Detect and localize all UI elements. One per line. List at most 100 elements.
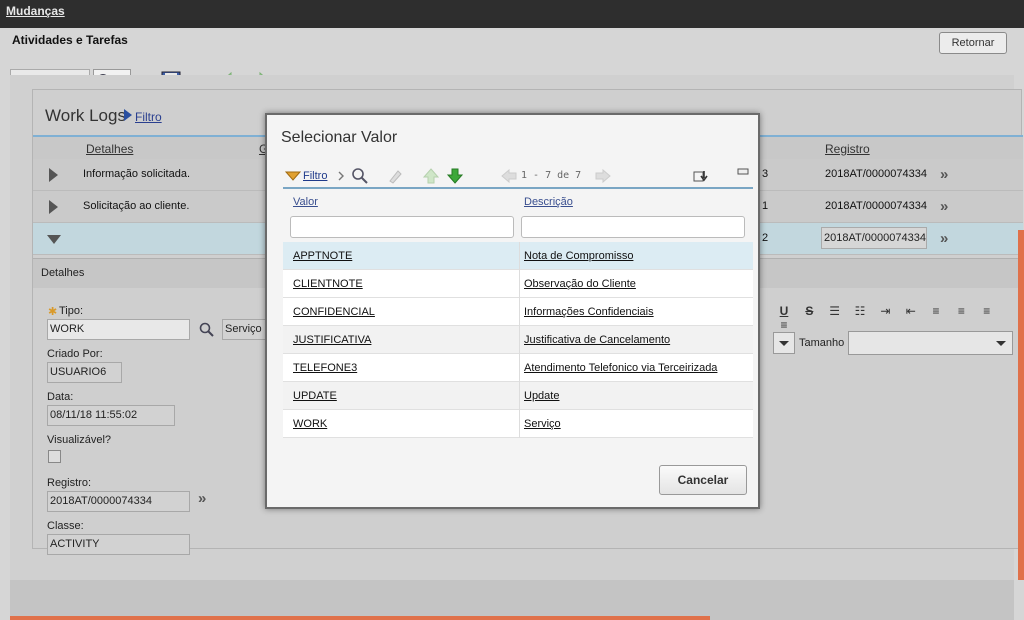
row-number: 1 (762, 200, 769, 212)
col-header-descricao[interactable]: Descrição (524, 196, 573, 208)
descricao-link[interactable]: Justificativa de Cancelamento (524, 334, 670, 346)
list-item[interactable]: TELEFONE3 Atendimento Telefonico via Ter… (283, 354, 753, 382)
valor-link[interactable]: CLIENTNOTE (293, 278, 363, 290)
column-divider (519, 354, 520, 382)
align-right-icon[interactable]: ≡ (976, 304, 998, 318)
registro-field: 2018AT/0000074334 (47, 491, 190, 512)
list-item[interactable]: WORK Serviço (283, 410, 753, 438)
scroll-accent (1018, 230, 1024, 580)
column-divider (519, 242, 520, 270)
arrow-up-icon[interactable] (423, 168, 439, 184)
font-select[interactable] (773, 332, 795, 354)
row-details: Informação solicitada. (83, 168, 190, 180)
descricao-link[interactable]: Observação do Cliente (524, 278, 636, 290)
descricao-link[interactable]: Update (524, 390, 559, 402)
list-item[interactable]: UPDATE Update (283, 382, 753, 410)
dialog-toolbar: Filtro 1 - 7 de 7 (283, 163, 753, 189)
footer-area (10, 580, 1014, 620)
previous-page-icon[interactable] (501, 169, 517, 183)
worklogs-filter-link[interactable]: Filtro (135, 110, 162, 124)
list-item[interactable]: JUSTIFICATIVA Justificativa de Cancelame… (283, 326, 753, 354)
arrow-down-icon[interactable] (447, 168, 463, 184)
col-header-valor[interactable]: Valor (293, 196, 318, 208)
rich-text-toolbar: U S ☰ ☷ ⇥ ⇤ ≡ ≡ ≡ ≡ (773, 304, 1023, 332)
app-title: Atividades e Tarefas (12, 33, 128, 47)
valor-filter-input[interactable] (290, 216, 514, 238)
details-header-label: Detalhes (41, 267, 85, 279)
clear-filter-icon[interactable] (387, 168, 403, 184)
justify-icon[interactable]: ≡ (773, 318, 795, 332)
col-header-details[interactable]: Detalhes (86, 142, 133, 156)
next-page-icon[interactable] (595, 169, 611, 183)
list-item[interactable]: CLIENTNOTE Observação do Cliente (283, 270, 753, 298)
expand-row-icon[interactable] (49, 168, 58, 182)
chevron-down-icon (996, 341, 1006, 346)
row-details: Solicitação ao cliente. (83, 200, 190, 212)
descricao-link[interactable]: Atendimento Telefonico via Terceirizada (524, 362, 717, 374)
visivel-checkbox[interactable] (48, 450, 61, 463)
valor-link[interactable]: CONFIDENCIAL (293, 306, 375, 318)
descricao-link[interactable]: Nota de Compromisso (524, 250, 633, 262)
tipo-input[interactable]: WORK (47, 319, 190, 340)
underline-icon[interactable]: U (773, 304, 795, 318)
data-field: 08/11/18 11:55:02 (47, 405, 175, 426)
descricao-link[interactable]: Serviço (524, 418, 561, 430)
numbered-list-icon[interactable]: ☰ (824, 304, 846, 318)
classe-field: ACTIVITY (47, 534, 190, 555)
list-item[interactable]: APPTNOTE Nota de Compromisso (283, 242, 753, 270)
column-divider (519, 410, 520, 438)
filter-expand-icon[interactable] (123, 108, 133, 122)
row-number: 3 (762, 168, 769, 180)
visivel-label: Visualizável? (47, 434, 112, 446)
chevron-right-icon[interactable]: » (940, 230, 948, 247)
registro-label: Registro: (47, 477, 92, 489)
chevron-right-icon[interactable]: » (940, 166, 948, 183)
align-left-icon[interactable]: ≡ (925, 304, 947, 318)
worklogs-title: Work Logs (45, 106, 126, 125)
expand-row-icon[interactable] (49, 200, 58, 214)
chevron-down-icon (779, 341, 789, 346)
tamanho-select[interactable] (848, 331, 1013, 355)
outdent-icon[interactable]: ⇤ (900, 304, 922, 318)
valor-link[interactable]: APPTNOTE (293, 250, 352, 262)
column-divider (519, 298, 520, 326)
required-asterisk: ✱ (48, 306, 58, 318)
filter-toggle-icon[interactable] (285, 171, 301, 181)
valor-link[interactable]: WORK (293, 418, 327, 430)
list-item[interactable]: CONFIDENCIAL Informações Confidenciais (283, 298, 753, 326)
row-registro: 2018AT/0000074334 (825, 200, 927, 212)
indent-icon[interactable]: ⇥ (874, 304, 896, 318)
download-icon[interactable] (693, 169, 709, 183)
cancel-button[interactable]: Cancelar (659, 465, 747, 495)
dialog-filter-link[interactable]: Filtro (303, 170, 327, 182)
descricao-filter-input[interactable] (521, 216, 745, 238)
dialog-title: Selecionar Valor (281, 129, 398, 146)
col-header-registro[interactable]: Registro (825, 142, 870, 156)
back-button[interactable]: Retornar (939, 32, 1007, 54)
tipo-description: Serviço (222, 319, 266, 340)
dialog-table-body: APPTNOTE Nota de Compromisso CLIENTNOTE … (283, 242, 753, 438)
search-icon[interactable] (351, 167, 369, 185)
align-center-icon[interactable]: ≡ (950, 304, 972, 318)
descricao-link[interactable]: Informações Confidenciais (524, 306, 654, 318)
bullet-list-icon[interactable]: ☷ (849, 304, 871, 318)
chevron-right-icon[interactable]: » (198, 490, 206, 507)
collapse-row-icon[interactable] (47, 235, 61, 244)
valor-link[interactable]: TELEFONE3 (293, 362, 357, 374)
strikethrough-icon[interactable]: S (798, 304, 820, 318)
classe-label: Classe: (47, 520, 84, 532)
module-link[interactable]: Mudanças (6, 4, 65, 18)
minimize-icon[interactable] (737, 168, 749, 178)
tipo-label: Tipo: (59, 305, 84, 317)
dialog-filter-row (283, 215, 753, 241)
chevron-right-icon[interactable]: » (940, 198, 948, 215)
valor-link[interactable]: JUSTIFICATIVA (293, 334, 371, 346)
criado-label: Criado Por: (47, 348, 103, 360)
criado-field: USUARIO6 (47, 362, 122, 383)
select-value-dialog: Selecionar Valor Filtro 1 - 7 de 7 Valor… (265, 113, 760, 509)
progress-line (10, 616, 710, 620)
column-divider (519, 270, 520, 298)
dialog-table-header: Valor Descrição (283, 191, 753, 215)
valor-link[interactable]: UPDATE (293, 390, 337, 402)
search-icon[interactable] (199, 322, 215, 338)
